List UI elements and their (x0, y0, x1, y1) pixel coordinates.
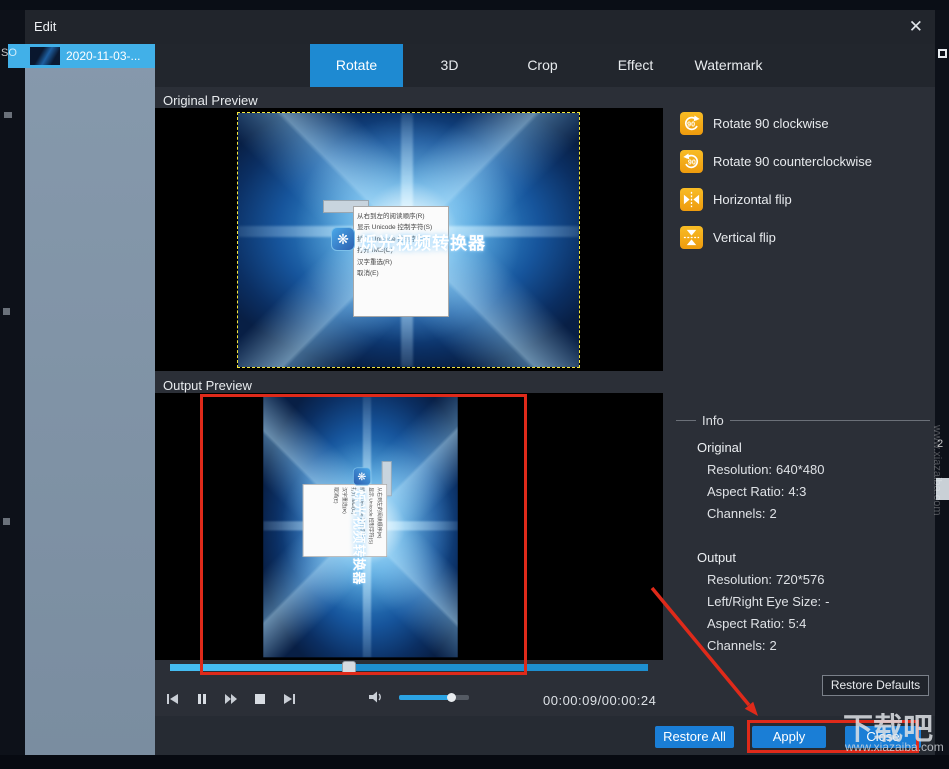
rotate-option-label: Rotate 90 counterclockwise (713, 154, 872, 169)
background-window-top-strip (0, 0, 949, 10)
background-ui-fragment (3, 308, 10, 315)
flip-vertical-icon (680, 226, 703, 249)
restore-defaults-button[interactable]: Restore Defaults (822, 675, 929, 696)
info-row-output-aspect: Aspect Ratio:5:4 (707, 616, 806, 631)
apply-button[interactable]: Apply (752, 726, 826, 748)
info-output-heading: Output (697, 550, 736, 565)
original-preview-stage: 从右到左的阅读顺序(R) 显示 Unicode 控制字符(S) 插入 Unico… (155, 108, 663, 371)
speaker-icon[interactable] (368, 689, 384, 705)
rotate-90-clockwise-option[interactable]: 90 Rotate 90 clockwise (680, 111, 829, 135)
info-row-output-eye-size: Left/Right Eye Size:- (707, 594, 830, 609)
horizontal-flip-option[interactable]: Horizontal flip (680, 187, 792, 211)
close-icon[interactable]: ✕ (909, 17, 923, 37)
output-preview-stage: 从右到左的阅读顺序(R) 显示 Unicode 控制字符(S) 插入 Unico… (155, 393, 663, 660)
background-window-bottom-strip (0, 755, 949, 769)
rotate-option-label: Rotate 90 clockwise (713, 116, 829, 131)
rotate-90-counterclockwise-option[interactable]: 90 Rotate 90 counterclockwise (680, 149, 872, 173)
dialog-title: Edit (34, 19, 56, 34)
vertical-flip-option[interactable]: Vertical flip (680, 225, 776, 249)
svg-text:90: 90 (688, 158, 696, 166)
background-ui-fragment (3, 518, 10, 525)
video-frame-image: 从右到左的阅读顺序(R) 显示 Unicode 控制字符(S) 插入 Unico… (238, 113, 579, 367)
info-row-original-channels: Channels:2 (707, 506, 777, 521)
context-menu-overlay: 从右到左的阅读顺序(R) 显示 Unicode 控制字符(S) 插入 Unico… (303, 484, 387, 557)
original-preview-label: Original Preview (163, 93, 258, 108)
close-button[interactable]: Close (845, 726, 921, 748)
pause-icon[interactable] (194, 691, 210, 707)
background-scrollbar-fragment (936, 478, 949, 500)
volume-slider[interactable] (399, 695, 469, 700)
output-preview-label: Output Preview (163, 378, 252, 393)
tab-crop[interactable]: Crop (496, 44, 589, 87)
background-window-left-strip (0, 10, 25, 769)
rotated-video-frame: 从右到左的阅读顺序(R) 显示 Unicode 控制字符(S) 插入 Unico… (262, 397, 458, 657)
background-ui-fragment (4, 112, 12, 118)
edit-dialog: Edit ✕ 2020-11-03-... Rotate 3D Crop Eff… (25, 10, 935, 755)
original-video-frame: 从右到左的阅读顺序(R) 显示 Unicode 控制字符(S) 插入 Unico… (237, 112, 580, 368)
time-display: 00:00:09/00:00:24 (543, 693, 656, 708)
background-window-icon (938, 49, 947, 58)
tab-watermark[interactable]: Watermark (682, 44, 775, 87)
background-window-right-strip (935, 10, 949, 769)
stop-icon[interactable] (252, 691, 268, 707)
flip-horizontal-icon (680, 188, 703, 211)
info-row-output-channels: Channels:2 (707, 638, 777, 653)
rotate-cw-icon: 90 (680, 112, 703, 135)
info-row-original-resolution: Resolution:640*480 (707, 462, 825, 477)
app-logo-icon: ❋ (331, 227, 355, 251)
tab-rotate[interactable]: Rotate (310, 44, 403, 87)
rotate-option-label: Vertical flip (713, 230, 776, 245)
background-text-fragment: SO (1, 47, 17, 59)
info-section-divider: Info (676, 420, 930, 421)
volume-controls (368, 689, 469, 705)
seek-handle[interactable] (342, 661, 356, 674)
context-menu-overlay: 从右到左的阅读顺序(R) 显示 Unicode 控制字符(S) 插入 Unico… (353, 206, 449, 317)
info-row-output-resolution: Resolution:720*576 (707, 572, 825, 587)
rotate-option-label: Horizontal flip (713, 192, 792, 207)
video-thumbnail (30, 47, 60, 65)
tab-3d[interactable]: 3D (403, 44, 496, 87)
volume-thumb[interactable] (447, 693, 456, 702)
rotate-ccw-icon: 90 (680, 150, 703, 173)
fast-forward-icon[interactable] (223, 691, 239, 707)
app-logo-icon: ❋ (353, 467, 371, 485)
dialog-titlebar: Edit ✕ (25, 10, 935, 44)
edit-tabbar: Rotate 3D Crop Effect Watermark (155, 44, 935, 87)
file-name-label: 2020-11-03-... (66, 49, 141, 63)
volume-fill (399, 695, 452, 700)
info-original-heading: Original (697, 440, 742, 455)
svg-text:90: 90 (687, 120, 695, 128)
tab-effect[interactable]: Effect (589, 44, 682, 87)
screenshot-root: SO 2 Edit ✕ 2020-11-03-... Rotate 3D Cro… (0, 0, 949, 769)
file-list-item-selected[interactable]: 2020-11-03-... (25, 44, 155, 68)
restore-all-button[interactable]: Restore All (655, 726, 734, 748)
skip-previous-icon[interactable] (165, 691, 181, 707)
file-list-sidebar: 2020-11-03-... (25, 44, 155, 755)
info-section-title: Info (696, 413, 730, 428)
background-number-fragment: 2 (937, 438, 943, 450)
seek-played (170, 664, 349, 671)
info-row-original-aspect: Aspect Ratio:4:3 (707, 484, 806, 499)
video-frame-image-rotated: 从右到左的阅读顺序(R) 显示 Unicode 控制字符(S) 插入 Unico… (263, 397, 458, 658)
skip-next-icon[interactable] (281, 691, 297, 707)
app-title-overlay: 烁光视频转换器 (360, 229, 486, 254)
app-title-overlay: 烁光视频转换器 (351, 489, 370, 585)
seek-bar[interactable] (170, 664, 648, 671)
playback-controls (165, 689, 297, 709)
